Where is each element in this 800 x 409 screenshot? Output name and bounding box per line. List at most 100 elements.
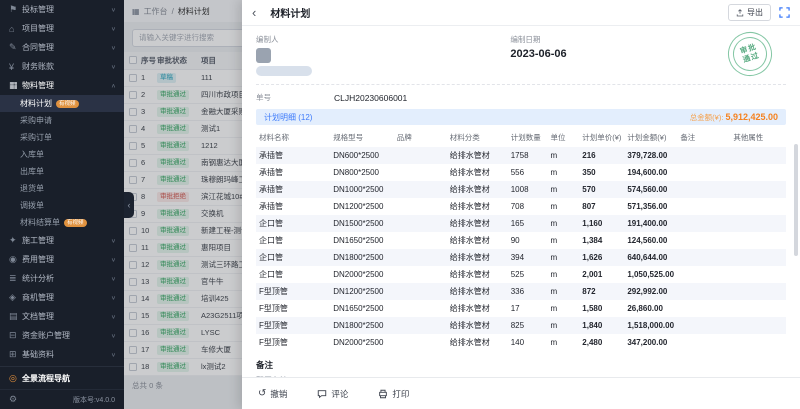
table-cell: 2,001 (579, 266, 624, 283)
sidebar-item-bid[interactable]: ⚑投标管理∨ (0, 0, 124, 19)
table-cell (394, 164, 447, 181)
sidebar-item-base[interactable]: ⊞基础资料∨ (0, 345, 124, 364)
table-cell: 379,728.00 (624, 147, 677, 164)
table-cell: 1,840 (579, 317, 624, 334)
table-cell (394, 181, 447, 198)
table-column-header: 其他属性 (730, 128, 786, 147)
chevron-down-icon: ∨ (111, 256, 116, 262)
fund-icon: ⊟ (9, 330, 22, 341)
table-cell: 640,644.00 (624, 249, 677, 266)
table-cell: 1,050,525.00 (624, 266, 677, 283)
sidebar-item-contract[interactable]: ✎合同管理∨ (0, 38, 124, 57)
table-cell (730, 283, 786, 300)
table-cell (394, 283, 447, 300)
scrollbar-thumb[interactable] (794, 144, 798, 256)
table-cell (394, 266, 447, 283)
table-cell: 1,518,000.00 (624, 317, 677, 334)
table-cell (730, 198, 786, 215)
table-cell: 给排水管材 (447, 198, 508, 215)
export-button[interactable]: 导出 (728, 4, 771, 21)
finance-icon: ¥ (9, 62, 22, 72)
sidebar-menu: ⚑投标管理∨⌂项目管理∨✎合同管理∨¥财务账款∨▦物料管理∧材料计划有视频采购申… (0, 0, 124, 383)
fullscreen-icon[interactable] (779, 7, 790, 18)
sidebar-item-doc[interactable]: ▤文档管理∨ (0, 307, 124, 326)
table-cell: F型顶管 (256, 283, 330, 300)
table-cell: 140 (508, 334, 548, 351)
sidebar-item-project[interactable]: ⌂项目管理∨ (0, 19, 124, 38)
table-cell: 336 (508, 283, 548, 300)
sidebar-item-biz[interactable]: ◈商机管理∨ (0, 288, 124, 307)
sidebar-item-fund[interactable]: ⊟资金账户管理∨ (0, 326, 124, 345)
comment-button[interactable]: 评论 (317, 388, 348, 400)
table-cell: m (547, 334, 579, 351)
table-row: F型顶管DN1650*2500给排水管材17m1,58026,860.00 (256, 300, 786, 317)
table-cell: 企口管 (256, 232, 330, 249)
sidebar-subitem-return[interactable]: 退货单 (0, 180, 124, 197)
table-cell (394, 147, 447, 164)
print-icon (378, 389, 388, 399)
table-row: F型顶管DN2000*2500给排水管材140m2,480347,200.00 (256, 334, 786, 351)
table-row: 企口管DN1800*2500给排水管材394m1,626640,644.00 (256, 249, 786, 266)
table-cell (730, 147, 786, 164)
sidebar-item-finance[interactable]: ¥财务账款∨ (0, 57, 124, 76)
table-cell (730, 181, 786, 198)
chevron-down-icon: ∨ (111, 351, 116, 357)
table-cell: 191,400.00 (624, 215, 677, 232)
table-column-header: 计划数量 (508, 128, 548, 147)
table-column-header: 品牌 (394, 128, 447, 147)
table-column-header: 单位 (547, 128, 579, 147)
chevron-down-icon: ∨ (111, 313, 116, 319)
table-cell: 556 (508, 164, 548, 181)
table-cell: m (547, 249, 579, 266)
creator-avatar (256, 48, 271, 63)
undo-icon: ↺ (258, 389, 266, 399)
chevron-down-icon: ∨ (111, 237, 116, 243)
sidebar-subitem-material-plan[interactable]: 材料计划有视频 (0, 95, 124, 112)
sidebar-item-expense[interactable]: ◉费用管理∨ (0, 250, 124, 269)
sidebar-collapse-button[interactable]: ‹ (124, 192, 134, 218)
sidebar-subitem-outbound[interactable]: 出库单 (0, 163, 124, 180)
table-cell: 给排水管材 (447, 266, 508, 283)
table-cell: F型顶管 (256, 300, 330, 317)
biz-icon: ◈ (9, 292, 22, 303)
table-cell (730, 232, 786, 249)
table-cell: 给排水管材 (447, 300, 508, 317)
table-cell: 承插管 (256, 147, 330, 164)
sidebar-item-construction[interactable]: ✦施工管理∨ (0, 231, 124, 250)
table-cell (677, 181, 730, 198)
table-cell: 525 (508, 266, 548, 283)
sidebar-subitem-purchase-request[interactable]: 采购申请 (0, 112, 124, 129)
sidebar-subitem-transfer[interactable]: 调拨单 (0, 197, 124, 214)
table-cell (394, 198, 447, 215)
undo-button[interactable]: ↺撤销 (258, 388, 287, 400)
table-cell: m (547, 164, 579, 181)
table-cell (677, 147, 730, 164)
chevron-down-icon: ∨ (111, 332, 116, 338)
table-cell: DN1500*2500 (330, 215, 394, 232)
table-cell: 给排水管材 (447, 334, 508, 351)
table-cell: 1,580 (579, 300, 624, 317)
settings-gear-icon[interactable]: ⚙ (9, 394, 17, 405)
table-cell (730, 164, 786, 181)
sidebar-item-material[interactable]: ▦物料管理∧ (0, 76, 124, 95)
drawer-back-button[interactable]: ‹ (252, 6, 256, 19)
sidebar-item-process-nav[interactable]: ◎ 全景流程导航 (0, 367, 124, 389)
table-cell: 1758 (508, 147, 548, 164)
table-cell: 708 (508, 198, 548, 215)
sidebar-subitem-purchase-order[interactable]: 采购订单 (0, 129, 124, 146)
print-button[interactable]: 打印 (378, 388, 409, 400)
table-cell: 350 (579, 164, 624, 181)
table-row: 企口管DN1650*2500给排水管材90m1,384124,560.00 (256, 232, 786, 249)
chevron-down-icon: ∨ (111, 25, 116, 31)
table-cell (394, 300, 447, 317)
sidebar-subitem-material-settle[interactable]: 材料结算单有视频 (0, 214, 124, 231)
table-cell: 企口管 (256, 215, 330, 232)
sidebar-item-stats[interactable]: ≣统计分析∨ (0, 269, 124, 288)
sidebar-subitem-inbound[interactable]: 入库单 (0, 146, 124, 163)
table-cell (677, 300, 730, 317)
table-cell: 承插管 (256, 181, 330, 198)
remark-label: 备注 (256, 359, 786, 371)
table-cell: 570 (579, 181, 624, 198)
table-cell: DN600*2500 (330, 147, 394, 164)
table-cell (730, 300, 786, 317)
